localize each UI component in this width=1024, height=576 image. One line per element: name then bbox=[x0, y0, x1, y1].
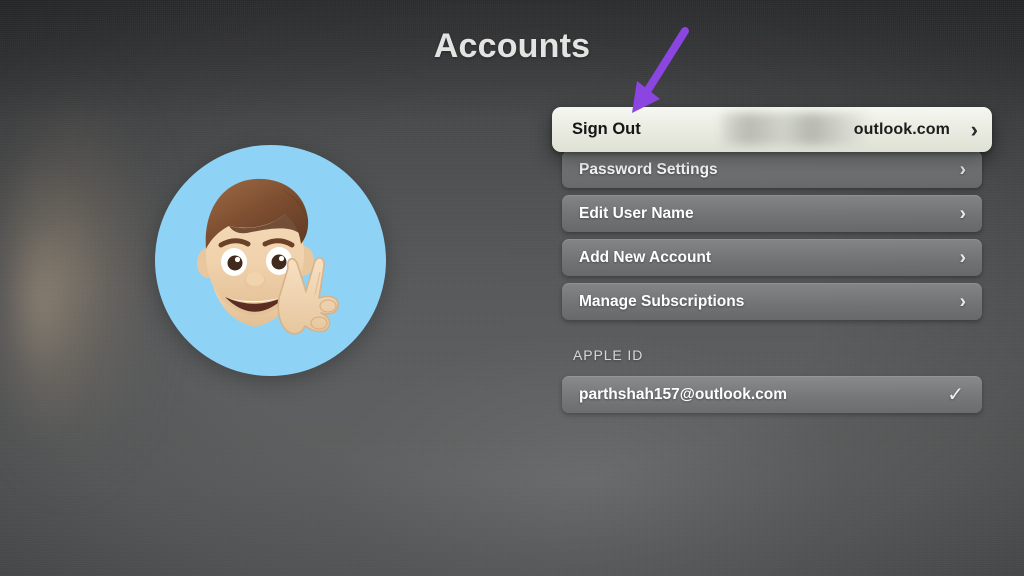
sign-out-account-value: outlook.com bbox=[853, 120, 950, 138]
chevron-right-icon: › bbox=[959, 247, 966, 268]
chevron-right-icon: › bbox=[959, 159, 966, 180]
chevron-right-icon: › bbox=[959, 291, 966, 312]
checkmark-icon: ✓ bbox=[947, 383, 964, 406]
menu-item-label: Add New Account bbox=[579, 248, 712, 266]
chevron-right-icon: › bbox=[970, 116, 978, 142]
apple-id-section-header: APPLE ID bbox=[573, 347, 644, 363]
apple-id-email: parthshah157@outlook.com bbox=[579, 385, 788, 403]
memoji-avatar-icon bbox=[197, 178, 339, 335]
menu-item-add-new-account[interactable]: Add New Account › bbox=[562, 239, 982, 276]
menu-item-sign-out[interactable]: Sign Out outlook.com › bbox=[552, 107, 992, 152]
menu-item-label: Password Settings bbox=[579, 160, 718, 178]
menu-item-edit-user-name[interactable]: Edit User Name › bbox=[562, 195, 982, 232]
redacted-email-blur bbox=[722, 113, 867, 145]
chevron-right-icon: › bbox=[959, 203, 966, 224]
menu-item-label: Manage Subscriptions bbox=[579, 292, 745, 310]
menu-item-manage-subscriptions[interactable]: Manage Subscriptions › bbox=[562, 283, 982, 320]
apple-id-account-row[interactable]: parthshah157@outlook.com ✓ bbox=[562, 376, 982, 413]
menu-item-password-settings[interactable]: Password Settings › bbox=[562, 151, 982, 188]
menu-item-label: Sign Out bbox=[572, 120, 641, 138]
menu-item-label: Edit User Name bbox=[579, 204, 694, 222]
appletv-accounts-screen: Accounts Password Settings › Edit User N… bbox=[0, 0, 1024, 576]
avatar[interactable] bbox=[155, 145, 386, 376]
avatar-circle bbox=[155, 145, 386, 376]
page-title: Accounts bbox=[433, 27, 591, 65]
